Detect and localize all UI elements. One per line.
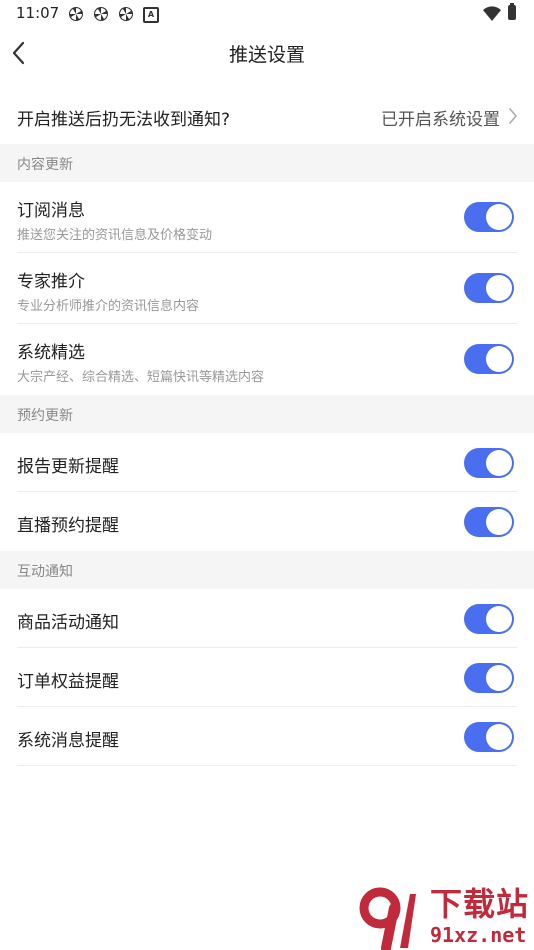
status-time: 11:07	[16, 4, 60, 22]
status-bar: 11:07 A	[0, 0, 534, 28]
section-header-content-updates: 内容更新	[0, 144, 534, 182]
setting-item-title: 系统消息提醒	[17, 731, 119, 751]
system-settings-status: 已开启系统设置	[381, 110, 500, 130]
pinwheel-icon	[94, 7, 108, 21]
toggle-knob	[486, 606, 512, 632]
system-selection-toggle[interactable]	[464, 344, 514, 374]
product-activity-toggle[interactable]	[464, 604, 514, 634]
section-header-interaction: 互动通知	[0, 551, 534, 589]
toggle-knob	[486, 275, 512, 301]
toggle-knob	[486, 450, 512, 476]
chevron-right-icon	[509, 108, 517, 124]
setting-item-title: 订单权益提醒	[17, 672, 119, 692]
setting-item-desc: 大宗产经、综合精选、短篇快讯等精选内容	[17, 370, 265, 385]
setting-item-order-rights: 订单权益提醒	[0, 648, 534, 707]
toggle-knob	[486, 346, 512, 372]
section-header-label: 互动通知	[17, 564, 73, 580]
setting-item-subscription: 订阅消息 推送您关注的资讯信息及价格变动	[0, 182, 534, 253]
setting-item-system-message: 系统消息提醒	[0, 707, 534, 766]
section-header-appointment-updates: 预约更新	[0, 395, 534, 433]
order-rights-toggle[interactable]	[464, 663, 514, 693]
live-reminder-toggle[interactable]	[464, 507, 514, 537]
toggle-knob	[486, 204, 512, 230]
report-update-toggle[interactable]	[464, 448, 514, 478]
setting-item-title: 专家推介	[17, 272, 85, 292]
setting-item-desc: 专业分析师推介的资讯信息内容	[17, 299, 200, 314]
subscription-toggle[interactable]	[464, 202, 514, 232]
toggle-knob	[486, 724, 512, 750]
toggle-knob	[486, 509, 512, 535]
setting-item-system-selection: 系统精选 大宗产经、综合精选、短篇快讯等精选内容	[0, 324, 534, 395]
91-logo-icon	[359, 887, 416, 950]
pinwheel-icon	[119, 7, 133, 21]
setting-item-title: 系统精选	[17, 343, 85, 363]
toggle-knob	[486, 665, 512, 691]
section-header-label: 内容更新	[17, 157, 73, 173]
system-settings-row[interactable]: 开启推送后扔无法收到通知? 已开启系统设置	[0, 88, 534, 144]
setting-item-desc: 推送您关注的资讯信息及价格变动	[17, 228, 213, 243]
watermark: 下载站 91xz.net	[358, 886, 534, 950]
section-header-label: 预约更新	[17, 408, 73, 424]
watermark-name: 下载站	[430, 885, 530, 923]
setting-item-report-update: 报告更新提醒	[0, 433, 534, 492]
setting-item-title: 订阅消息	[17, 201, 85, 221]
setting-item-product-activity: 商品活动通知	[0, 589, 534, 648]
pinwheel-icon	[69, 7, 83, 21]
system-message-toggle[interactable]	[464, 722, 514, 752]
setting-item-live-reminder: 直播预约提醒	[0, 492, 534, 551]
page-title: 推送设置	[228, 44, 305, 66]
system-settings-question: 开启推送后扔无法收到通知?	[17, 110, 231, 130]
battery-icon	[508, 3, 516, 20]
setting-item-title: 报告更新提醒	[17, 457, 119, 477]
setting-item-title: 商品活动通知	[17, 613, 119, 633]
setting-item-expert-picks: 专家推介 专业分析师推介的资讯信息内容	[0, 253, 534, 324]
expert-picks-toggle[interactable]	[464, 273, 514, 303]
watermark-domain: 91xz.net	[430, 923, 527, 947]
setting-item-title: 直播预约提醒	[17, 516, 119, 536]
divider	[17, 765, 517, 766]
wifi-icon	[483, 6, 501, 22]
app-header: 推送设置	[0, 28, 534, 80]
a-badge-icon: A	[143, 7, 159, 23]
